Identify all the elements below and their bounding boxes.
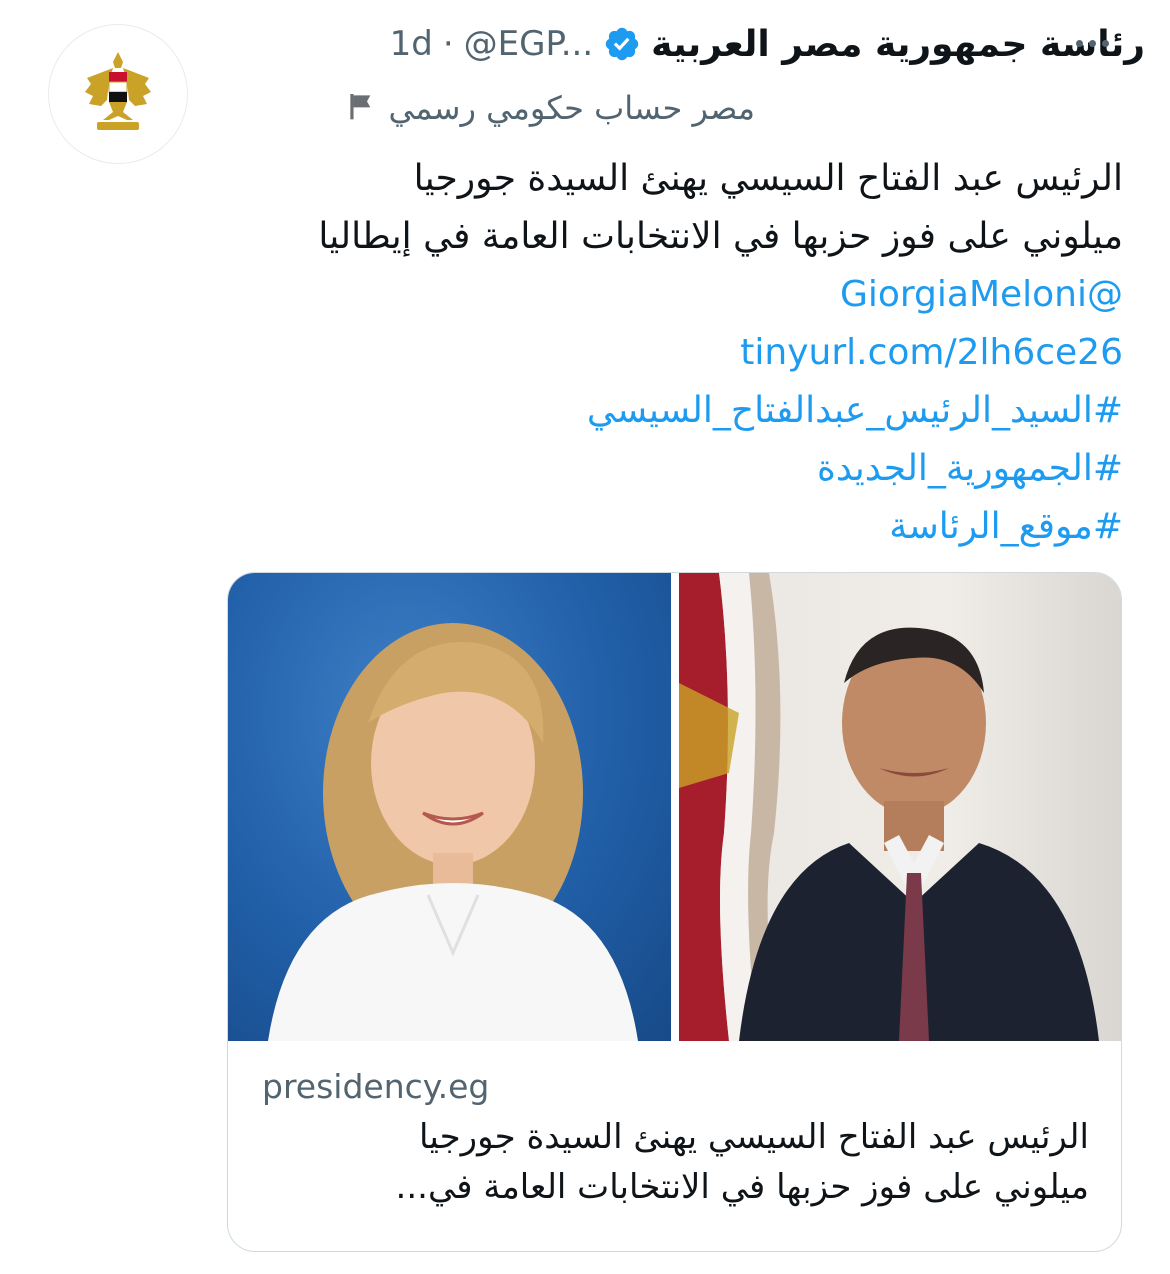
portrait-photo-meloni	[228, 573, 671, 1041]
tweet-text-line: الرئيس عبد الفتاح السيسي يهنئ السيدة جور…	[413, 158, 1123, 199]
link-preview-card[interactable]: presidency.eg الرئيس عبد الفتاح السيسي ي…	[227, 572, 1122, 1252]
flag-icon	[345, 90, 377, 126]
timestamp[interactable]: 1d	[390, 24, 433, 64]
label-text: مصر حساب حكومي رسمي	[388, 89, 756, 127]
handle[interactable]: @EGP...	[464, 24, 593, 64]
egypt-eagle-emblem-icon	[85, 52, 151, 130]
more-options-icon[interactable]	[1062, 18, 1122, 68]
tweet-text-line: ميلوني على فوز حزبها في الانتخابات العام…	[318, 216, 1123, 257]
card-domain: presidency.eg	[262, 1067, 490, 1106]
avatar[interactable]	[48, 24, 188, 164]
separator-dot: ·	[442, 24, 454, 64]
card-title-line: الرئيس عبد الفتاح السيسي يهنئ السيدة جور…	[419, 1117, 1089, 1157]
tweet-header: رئاسة جمهورية مصر العربية @EGP... · 1d	[215, 14, 1145, 74]
portrait-photo-sisi	[679, 573, 1121, 1041]
hashtag-link[interactable]: #الجمهورية_الجديدة	[205, 440, 1123, 498]
verified-badge-icon	[603, 25, 641, 63]
hashtag-link[interactable]: #موقع_الرئاسة	[205, 498, 1123, 556]
hashtag-link[interactable]: #السيد_الرئيس_عبدالفتاح_السيسي	[205, 382, 1123, 440]
mention-link[interactable]: @GiorgiaMeloni	[205, 266, 1123, 324]
url-link[interactable]: tinyurl.com/2lh6ce26	[205, 324, 1123, 382]
card-body[interactable]: presidency.eg الرئيس عبد الفتاح السيسي ي…	[228, 1041, 1121, 1251]
tweet-text: الرئيس عبد الفتاح السيسي يهنئ السيدة جور…	[205, 150, 1123, 556]
card-image[interactable]	[228, 573, 1121, 1041]
photo-divider	[671, 573, 679, 1041]
government-account-label[interactable]: مصر حساب حكومي رسمي	[215, 80, 755, 136]
card-title-line: ميلوني على فوز حزبها في الانتخابات العام…	[395, 1167, 1089, 1207]
